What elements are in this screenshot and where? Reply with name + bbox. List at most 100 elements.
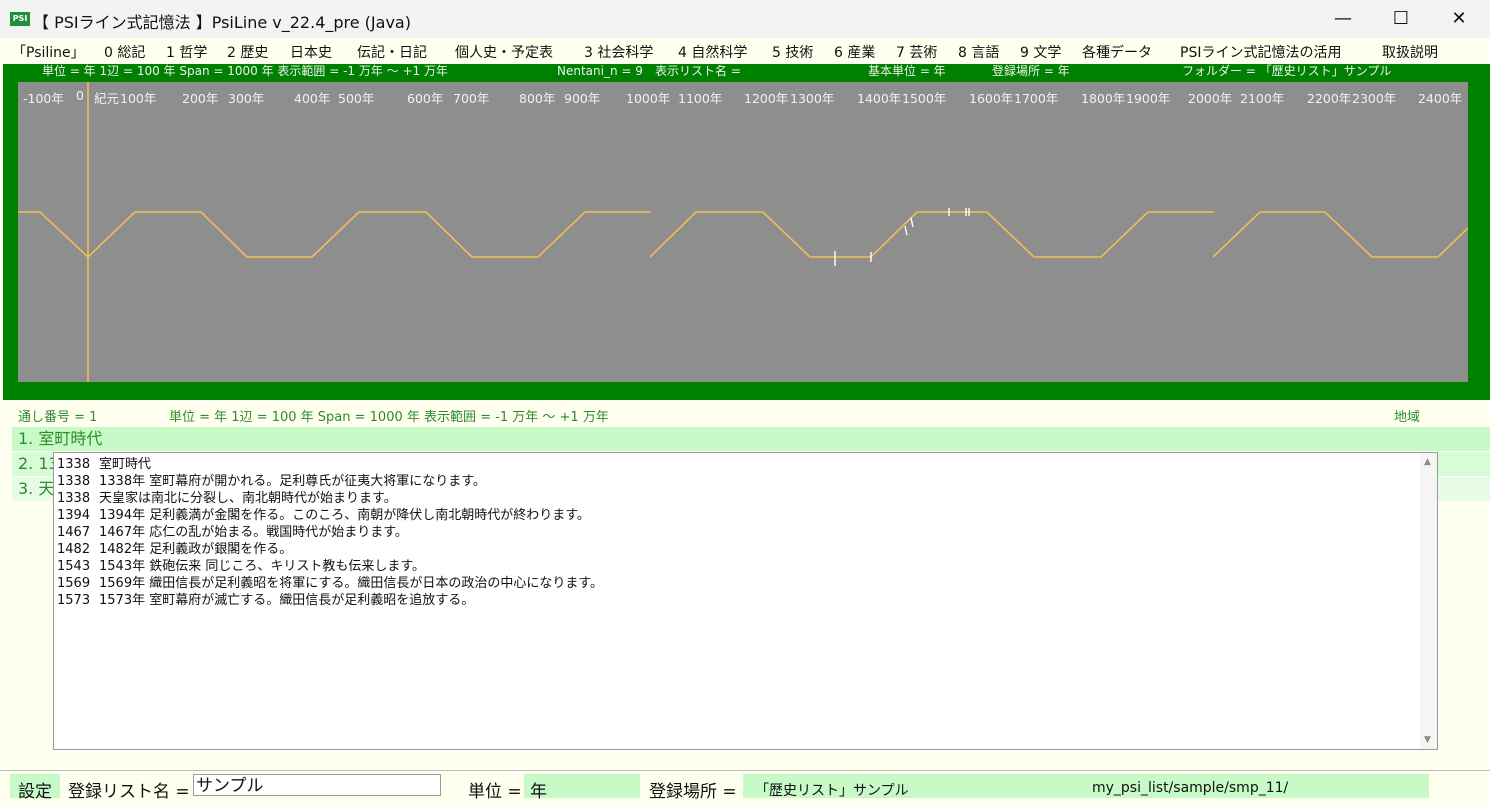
entry-text: 1573年 室町幕府が滅亡する。織田信長が足利義昭を追放する。 <box>99 593 475 608</box>
entry-text: 天皇家は南北に分裂し、南北朝時代が始まります。 <box>99 491 397 506</box>
menu-item[interactable]: 6 産業 <box>834 42 875 62</box>
year-label: 1400年 <box>857 91 902 106</box>
bottom-bar: 設定 登録リスト名 = サンプル 単位 = 年 登録場所 = 「歴史リスト」サン… <box>0 770 1490 806</box>
vertical-scrollbar[interactable]: ▲ ▼ <box>1420 453 1437 749</box>
scroll-up-icon[interactable]: ▲ <box>1424 457 1431 467</box>
entry-line[interactable]: 1467 1467年 応仁の乱が始まる。戦国時代が始まります。 <box>57 524 408 541</box>
maximize-button[interactable]: ☐ <box>1372 0 1430 38</box>
unit-label: 単位 = <box>468 782 522 802</box>
entry-line[interactable]: 1569 1569年 織田信長が足利義昭を将軍にする。織田信長が日本の政治の中心に… <box>57 575 603 592</box>
year-label: 2300年 <box>1352 91 1397 106</box>
year-label: 1600年 <box>969 91 1014 106</box>
menu-item[interactable]: 9 文学 <box>1020 42 1061 62</box>
entry-year: 1338 <box>57 457 91 472</box>
entry-year: 1467 <box>57 525 91 540</box>
status-unit-info: 単位 = 年 1辺 = 100 年 Span = 1000 年 表示範囲 = -… <box>169 410 609 425</box>
wave-segment-2 <box>649 211 1214 258</box>
entry-year: 1482 <box>57 542 91 557</box>
menu-item[interactable]: 1 哲学 <box>166 42 207 62</box>
list-item[interactable]: 1. 室町時代 <box>12 427 1490 451</box>
entry-line[interactable]: 1394 1394年 足利義満が金閣を作る。このころ、南朝が降伏し南北朝時代が終わ… <box>57 507 590 524</box>
menu-item[interactable]: 伝記・日記 <box>357 42 427 62</box>
serial-number: 通し番号 = 1 <box>18 410 98 425</box>
location-label: 登録場所 = <box>649 782 737 802</box>
menu-item[interactable]: 5 技術 <box>772 42 813 62</box>
year-label: 1300年 <box>790 91 835 106</box>
timeline-unit-info: 単位 = 年 1辺 = 100 年 Span = 1000 年 表示範囲 = -… <box>42 64 448 78</box>
year-label: -100年 <box>23 91 64 106</box>
year-label: 100年 <box>120 91 157 106</box>
nentani-info: Nentani_n = 9 <box>557 64 643 78</box>
list-name-label: 登録リスト名 = <box>68 782 190 802</box>
entry-year: 1573 <box>57 593 91 608</box>
wave-segment-1 <box>18 211 651 259</box>
menu-item[interactable]: 取扱説明 <box>1382 42 1438 62</box>
entry-line[interactable]: 1482 1482年 足利義政が銀閣を作る。 <box>57 541 292 558</box>
title-bar: PSI 【 PSIライン式記憶法 】PsiLine v_22.4_pre (Ja… <box>0 0 1490 38</box>
entry-year: 1394 <box>57 508 91 523</box>
year-label: 2400年 <box>1418 91 1463 106</box>
year-label: 1800年 <box>1081 91 1126 106</box>
menu-item[interactable]: 日本史 <box>290 42 332 62</box>
menu-item[interactable]: 3 社会科学 <box>584 42 653 62</box>
minimize-button[interactable]: — <box>1314 0 1372 38</box>
entry-line[interactable]: 1543 1543年 鉄砲伝来 同じころ、キリスト教も伝来します。 <box>57 558 425 575</box>
entry-line[interactable]: 1338 1338年 室町幕府が開かれる。足利尊氏が征夷大将軍になります。 <box>57 473 486 490</box>
year-label: 600年 <box>407 91 444 106</box>
menu-item[interactable]: 4 自然科学 <box>678 42 747 62</box>
event-mark <box>904 225 908 236</box>
entry-year: 1338 <box>57 491 91 506</box>
entry-text: 1543年 鉄砲伝来 同じころ、キリスト教も伝来します。 <box>99 559 426 574</box>
year-label: 700年 <box>453 91 490 106</box>
entry-line[interactable]: 1338 天皇家は南北に分裂し、南北朝時代が始まります。 <box>57 490 397 507</box>
year-label: 0 <box>76 88 84 103</box>
entry-text: 1482年 足利義政が銀閣を作る。 <box>99 542 293 557</box>
event-mark <box>910 217 914 228</box>
window-title: 【 PSIライン式記憶法 】PsiLine v_22.4_pre (Java) <box>33 13 411 32</box>
entry-text: 1569年 織田信長が足利義昭を将軍にする。織田信長が日本の政治の中心になります… <box>99 576 604 591</box>
year-label: 1500年 <box>902 91 947 106</box>
app-logo-icon: PSI <box>10 12 30 26</box>
menu-item[interactable]: 2 歴史 <box>227 42 268 62</box>
region-label: 地域 <box>1394 410 1421 425</box>
unit-value[interactable]: 年 <box>530 777 547 802</box>
year-label: 400年 <box>294 91 331 106</box>
entries-textarea[interactable]: ▲ ▼ 1338 室町時代 1338 1338年 室町幕府が開かれる。足利尊氏が征夷大… <box>53 452 1438 750</box>
menu-item[interactable]: 7 芸術 <box>896 42 937 62</box>
settings-button[interactable]: 設定 <box>18 777 52 802</box>
menu-item[interactable]: 各種データ <box>1082 42 1152 62</box>
location-value: 「歴史リスト」サンプル <box>755 783 909 799</box>
menu-item[interactable]: 「Psiline」 <box>12 42 85 62</box>
year-label: 紀元 <box>94 91 120 106</box>
entry-text: 1467年 応仁の乱が始まる。戦国時代が始まります。 <box>99 525 408 540</box>
year-label: 1900年 <box>1126 91 1171 106</box>
location-path: my_psi_list/sample/smp_11/ <box>1092 780 1289 796</box>
close-button[interactable]: ✕ <box>1430 0 1488 38</box>
menu-item[interactable]: 0 総記 <box>104 42 145 62</box>
year-label: 200年 <box>182 91 219 106</box>
list-name-input[interactable]: サンプル <box>193 774 441 796</box>
year-label: 2100年 <box>1240 91 1285 106</box>
entry-text: 1394年 足利義満が金閣を作る。このころ、南朝が降伏し南北朝時代が終わります。 <box>99 508 590 523</box>
entry-line[interactable]: 1573 1573年 室町幕府が滅亡する。織田信長が足利義昭を追放する。 <box>57 592 474 609</box>
folder-info: フォルダー = 「歴史リスト」サンプル <box>1182 64 1392 78</box>
menu-item[interactable]: 個人史・予定表 <box>455 42 553 62</box>
year-label: 1100年 <box>678 91 723 106</box>
entry-year: 1338 <box>57 474 91 489</box>
year-label: 1200年 <box>744 91 789 106</box>
year-label: 900年 <box>564 91 601 106</box>
year-label: 1700年 <box>1014 91 1059 106</box>
menu-item[interactable]: 8 言語 <box>958 42 999 62</box>
entry-line[interactable]: 1338 室町時代 <box>57 456 151 473</box>
menu-bar: 「Psiline」 0 総記 1 哲学 2 歴史 日本史 伝記・日記 個人史・予定表 3 社会… <box>0 38 1490 64</box>
timeline-canvas[interactable]: -100年 0 紀元 100年 200年 300年 400年 500年 600年 700年 800年… <box>18 82 1468 382</box>
scroll-down-icon[interactable]: ▼ <box>1424 735 1431 745</box>
year-label: 800年 <box>519 91 556 106</box>
location-info: 登録場所 = 年 <box>992 64 1070 78</box>
entry-text: 室町時代 <box>99 457 152 472</box>
wave-segment-3 <box>1212 211 1468 258</box>
menu-item[interactable]: PSIライン式記憶法の活用 <box>1180 42 1341 62</box>
entry-text: 1338年 室町幕府が開かれる。足利尊氏が征夷大将軍になります。 <box>99 474 486 489</box>
entry-year: 1543 <box>57 559 91 574</box>
timeline-wave <box>18 82 1468 382</box>
